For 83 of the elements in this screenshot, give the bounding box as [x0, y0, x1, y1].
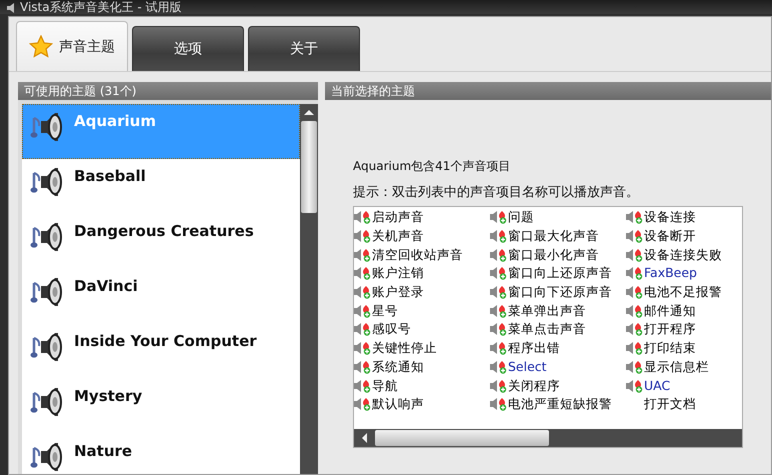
sound-item[interactable]: 电池严重短缺报警 — [508, 396, 612, 412]
theme-item[interactable]: Baseball — [22, 159, 300, 214]
tab[interactable]: 声音主题 — [16, 21, 128, 71]
theme-name: Mystery — [74, 386, 142, 405]
sound-item[interactable]: 打开程序 — [644, 321, 696, 338]
sound-item[interactable]: 显示信息栏 — [644, 358, 709, 375]
sound-item[interactable]: 电池不足报警 — [644, 284, 722, 300]
speaker-icon — [490, 210, 508, 224]
theme-item[interactable]: Nature — [22, 434, 300, 474]
hint-text: 提示：双击列表中的声音项目名称可以播放声音。 — [353, 184, 640, 201]
theme-name: Nature — [74, 441, 132, 460]
horizontal-scrollbar[interactable] — [354, 429, 742, 447]
sound-item[interactable]: UAC — [644, 378, 670, 394]
tab[interactable]: 关于 — [248, 26, 360, 71]
sound-item[interactable]: 程序出错 — [508, 340, 560, 356]
speaker-icon — [490, 341, 508, 356]
sound-item[interactable]: 菜单弹出声音 — [508, 302, 586, 319]
speaker-icon — [490, 266, 508, 280]
theme-item[interactable]: Dangerous Creatures — [22, 214, 300, 269]
sound-item[interactable]: 系统通知 — [372, 358, 424, 375]
speaker-icon — [626, 210, 644, 224]
speaker-icon — [626, 248, 644, 262]
sound-item[interactable]: 设备连接失败 — [644, 246, 722, 263]
speaker-icon — [626, 378, 644, 393]
speaker-icon — [490, 248, 508, 262]
theme-item[interactable]: DaVinci — [22, 269, 300, 324]
sound-item[interactable]: 窗口向上还原声音 — [508, 265, 612, 282]
speaker-icon — [626, 285, 644, 300]
sound-item[interactable]: 关闭程序 — [508, 378, 560, 394]
star-icon — [29, 34, 53, 58]
speaker-icon — [626, 266, 644, 280]
theme-name: Baseball — [74, 166, 146, 185]
speaker-icon — [490, 397, 508, 412]
sound-item[interactable]: 打开文档 — [644, 396, 696, 412]
speaker-icon — [490, 360, 508, 374]
sound-item[interactable]: 关键性停止 — [372, 340, 437, 356]
sound-item[interactable]: 星号 — [372, 302, 398, 319]
sound-item[interactable]: 窗口最小化声音 — [508, 246, 599, 263]
vertical-scrollbar[interactable] — [300, 104, 318, 474]
panel-header: 当前选择的主题 — [325, 82, 771, 100]
sound-item[interactable]: 账户登录 — [372, 284, 424, 300]
sound-item[interactable]: FaxBeep — [644, 265, 697, 282]
sound-item[interactable]: 问题 — [508, 209, 534, 226]
theme-name: Aquarium — [74, 111, 156, 130]
speaker-icon — [626, 322, 644, 336]
speaker-icon — [626, 304, 644, 318]
sound-item[interactable]: 窗口最大化声音 — [508, 228, 599, 244]
speaker-icon — [626, 341, 644, 356]
speaker-icon — [490, 322, 508, 336]
speaker-icon — [6, 2, 16, 14]
sound-item[interactable]: 打印结束 — [644, 340, 696, 356]
theme-name: DaVinci — [74, 276, 138, 295]
theme-name: Inside Your Computer — [74, 331, 257, 350]
scroll-left-arrow-icon[interactable] — [362, 433, 367, 443]
window-title: Vista系统声音美化王 - 试用版 — [20, 0, 182, 14]
speaker-icon — [626, 229, 644, 244]
scroll-thumb[interactable] — [301, 121, 317, 213]
sound-item[interactable]: 关机声音 — [372, 228, 424, 244]
speaker-icon — [490, 304, 508, 318]
theme-name: Dangerous Creatures — [74, 221, 254, 240]
speaker-icon — [490, 285, 508, 300]
tab[interactable]: 选项 — [132, 26, 244, 71]
theme-item[interactable]: Inside Your Computer — [22, 324, 300, 379]
scroll-thumb[interactable] — [375, 430, 549, 446]
speaker-icon — [626, 360, 644, 374]
sound-item[interactable]: 设备连接 — [644, 209, 696, 226]
theme-item[interactable]: Mystery — [22, 379, 300, 434]
sound-item[interactable]: 邮件通知 — [644, 302, 696, 319]
speaker-icon — [490, 378, 508, 393]
sound-item[interactable]: 默认响声 — [372, 396, 424, 412]
speaker-icon — [490, 229, 508, 244]
sound-item[interactable]: 设备断开 — [644, 228, 696, 244]
panel-header: 可使用的主题 (31个) — [18, 82, 318, 100]
summary-text: Aquarium包含41个声音项目 — [353, 158, 512, 175]
sound-item[interactable]: 启动声音 — [372, 209, 424, 226]
sound-item[interactable]: 感叹号 — [372, 321, 411, 338]
sound-item[interactable]: 菜单点击声音 — [508, 321, 586, 338]
sound-item[interactable]: 清空回收站声音 — [372, 246, 463, 263]
sound-item[interactable]: 窗口向下还原声音 — [508, 284, 612, 300]
sound-item[interactable]: Select — [508, 358, 547, 375]
scroll-up-arrow-icon[interactable] — [304, 110, 314, 115]
sound-item[interactable]: 导航 — [372, 378, 398, 394]
sound-item[interactable]: 账户注销 — [372, 265, 424, 282]
